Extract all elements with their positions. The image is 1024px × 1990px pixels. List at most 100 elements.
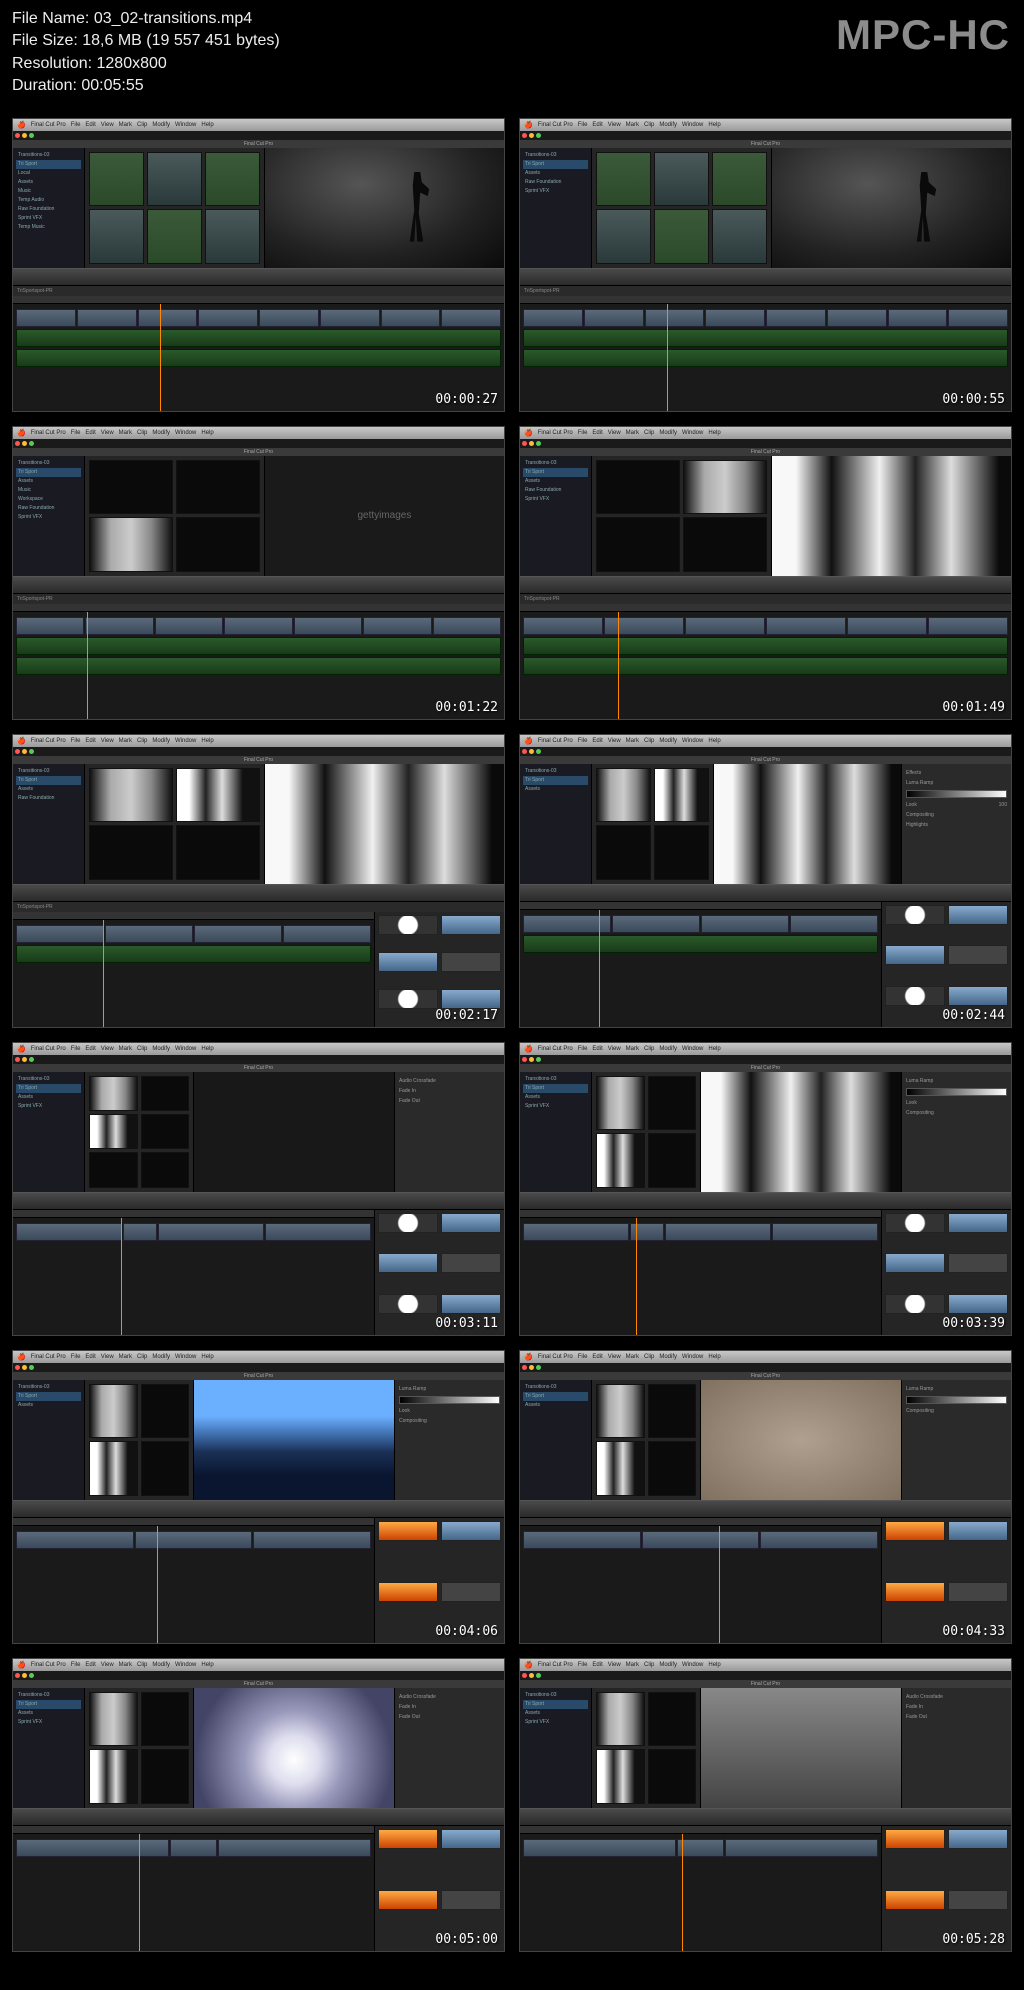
timestamp: 00:02:44 [942, 1008, 1005, 1023]
timeline[interactable] [13, 1826, 374, 1951]
sidebar-item[interactable]: Temp Audio [16, 196, 81, 205]
inspector-panel[interactable]: Audio Crossfade Fade In Fade Out [901, 1688, 1011, 1808]
clip-browser[interactable] [85, 1072, 193, 1192]
effect-thumb[interactable] [378, 915, 438, 935]
thumbnail-1: 🍎 Final Cut Pro FileEditViewMarkClipModi… [12, 118, 505, 412]
timeline[interactable] [520, 604, 1011, 719]
player-silhouette-icon [402, 172, 432, 242]
timestamp: 00:00:27 [435, 392, 498, 407]
timeline[interactable] [520, 296, 1011, 411]
timeline-ruler[interactable] [13, 296, 504, 304]
inspector-panel[interactable]: Effects Luma Ramp Look100 Compositing Hi… [901, 764, 1011, 884]
file-info-header: File Name: 03_02-transitions.mp4 File Si… [0, 0, 1024, 106]
macos-menubar: 🍎 Final Cut Pro FileEditViewMarkClipModi… [13, 119, 504, 131]
viewer[interactable] [193, 1380, 394, 1500]
timestamp: 00:03:39 [942, 1316, 1005, 1331]
timeline-header: TriSportspot-PR [13, 286, 504, 296]
app-title: MPC-HC [836, 6, 1010, 65]
clip-browser[interactable] [592, 148, 771, 268]
timeline[interactable] [13, 1518, 374, 1643]
effect-thumb[interactable] [441, 989, 501, 1009]
thumbnail-grid: 🍎 Final Cut Pro FileEditViewMarkClipModi… [0, 106, 1024, 1964]
thumbnail-3: 🍎Final Cut ProFileEditViewMarkClipModify… [12, 426, 505, 720]
timestamp: 00:00:55 [942, 392, 1005, 407]
window-titlebar: Final Cut Pro [13, 140, 504, 148]
clip-browser[interactable] [592, 456, 771, 576]
sidebar-item[interactable]: Sprint VFX [16, 214, 81, 223]
sidebar-item[interactable]: Transitions-03 [16, 151, 81, 160]
library-sidebar[interactable]: Transitions-03 Tri Sport Local Assets Mu… [13, 148, 85, 268]
window-traffic-lights [13, 131, 504, 140]
video-track[interactable] [16, 309, 501, 327]
viewer[interactable] [193, 1688, 394, 1808]
sidebar-item[interactable]: Temp Music [16, 223, 81, 232]
inspector-panel[interactable]: Luma Ramp Compositing [901, 1380, 1011, 1500]
timeline[interactable] [520, 1210, 881, 1335]
thumbnail-8: 🍎Final Cut ProFileEditViewMarkClipModify… [519, 1042, 1012, 1336]
clip-browser[interactable] [592, 1380, 700, 1500]
viewer[interactable] [264, 148, 504, 268]
viewer[interactable] [700, 1380, 901, 1500]
thumbnail-10: 🍎Final Cut ProFileEditViewMarkClipModify… [519, 1350, 1012, 1644]
sidebar-item[interactable]: Raw Foundation [16, 205, 81, 214]
effect-thumb[interactable] [441, 915, 501, 935]
viewer[interactable] [700, 1688, 901, 1808]
clip-thumb[interactable] [205, 209, 260, 264]
inspector-row[interactable]: Luma Ramp [906, 778, 1007, 788]
clip-browser[interactable] [592, 1072, 700, 1192]
macos-menubar: 🍎Final Cut ProFileEditViewMarkClipModify… [520, 119, 1011, 131]
clip-browser[interactable] [592, 1688, 700, 1808]
library-sidebar[interactable]: Transitions-03Tri SportAssetsMusicWorksp… [13, 456, 85, 576]
clip-browser[interactable] [85, 764, 264, 884]
clip-browser[interactable] [85, 1688, 193, 1808]
clip-browser[interactable] [85, 456, 264, 576]
thumbnail-12: 🍎Final Cut ProFileEditViewMarkClipModify… [519, 1658, 1012, 1952]
clip-thumb[interactable] [89, 209, 144, 264]
timeline[interactable] [520, 1826, 881, 1951]
center-toolbar[interactable] [13, 268, 504, 286]
viewer[interactable] [771, 456, 1011, 576]
sidebar-item[interactable]: Music [16, 187, 81, 196]
sidebar-item[interactable]: Tri Sport [16, 160, 81, 169]
timestamp: 00:04:06 [435, 1624, 498, 1639]
clip-thumb[interactable] [147, 152, 202, 207]
effect-thumb[interactable] [378, 989, 438, 1009]
viewer[interactable] [700, 1072, 901, 1192]
thumbnail-6: 🍎Final Cut ProFileEditViewMarkClipModify… [519, 734, 1012, 1028]
timeline[interactable] [13, 604, 504, 719]
timestamp: 00:05:28 [942, 1932, 1005, 1947]
sidebar-item[interactable]: Assets [16, 178, 81, 187]
effect-thumb[interactable] [378, 952, 438, 972]
timeline[interactable] [13, 912, 374, 1027]
timestamp: 00:04:33 [942, 1624, 1005, 1639]
viewer[interactable] [264, 456, 504, 576]
timeline[interactable] [520, 1518, 881, 1643]
viewer[interactable] [771, 148, 1011, 268]
timeline[interactable] [13, 1210, 374, 1335]
viewer[interactable] [264, 764, 504, 884]
clip-thumb[interactable] [89, 152, 144, 207]
inspector-panel[interactable]: Luma Ramp Look Compositing [901, 1072, 1011, 1192]
viewer[interactable] [713, 764, 902, 884]
clip-browser[interactable] [85, 148, 264, 268]
viewer[interactable] [193, 1072, 394, 1192]
timeline[interactable] [520, 902, 881, 1027]
sidebar-item[interactable]: Local [16, 169, 81, 178]
inspector-panel[interactable]: Audio Crossfade Fade In Fade Out [394, 1688, 504, 1808]
clip-browser[interactable] [592, 764, 713, 884]
inspector-panel[interactable]: Audio Crossfade Fade In Fade Out [394, 1072, 504, 1192]
clip-browser[interactable] [85, 1380, 193, 1500]
apple-icon: 🍎 [17, 121, 26, 129]
audio-track[interactable] [16, 349, 501, 367]
playhead[interactable] [160, 304, 161, 411]
library-sidebar[interactable]: Transitions-03Tri SportAssetsRaw Foundat… [520, 148, 592, 268]
effect-thumb[interactable] [441, 952, 501, 972]
gradient-preview[interactable] [906, 790, 1007, 798]
timestamp: 00:03:11 [435, 1316, 498, 1331]
clip-thumb[interactable] [147, 209, 202, 264]
timeline[interactable] [13, 296, 504, 411]
audio-track[interactable] [16, 329, 501, 347]
inspector-panel[interactable]: Luma Ramp Look Compositing [394, 1380, 504, 1500]
timestamp: 00:01:49 [942, 700, 1005, 715]
clip-thumb[interactable] [205, 152, 260, 207]
